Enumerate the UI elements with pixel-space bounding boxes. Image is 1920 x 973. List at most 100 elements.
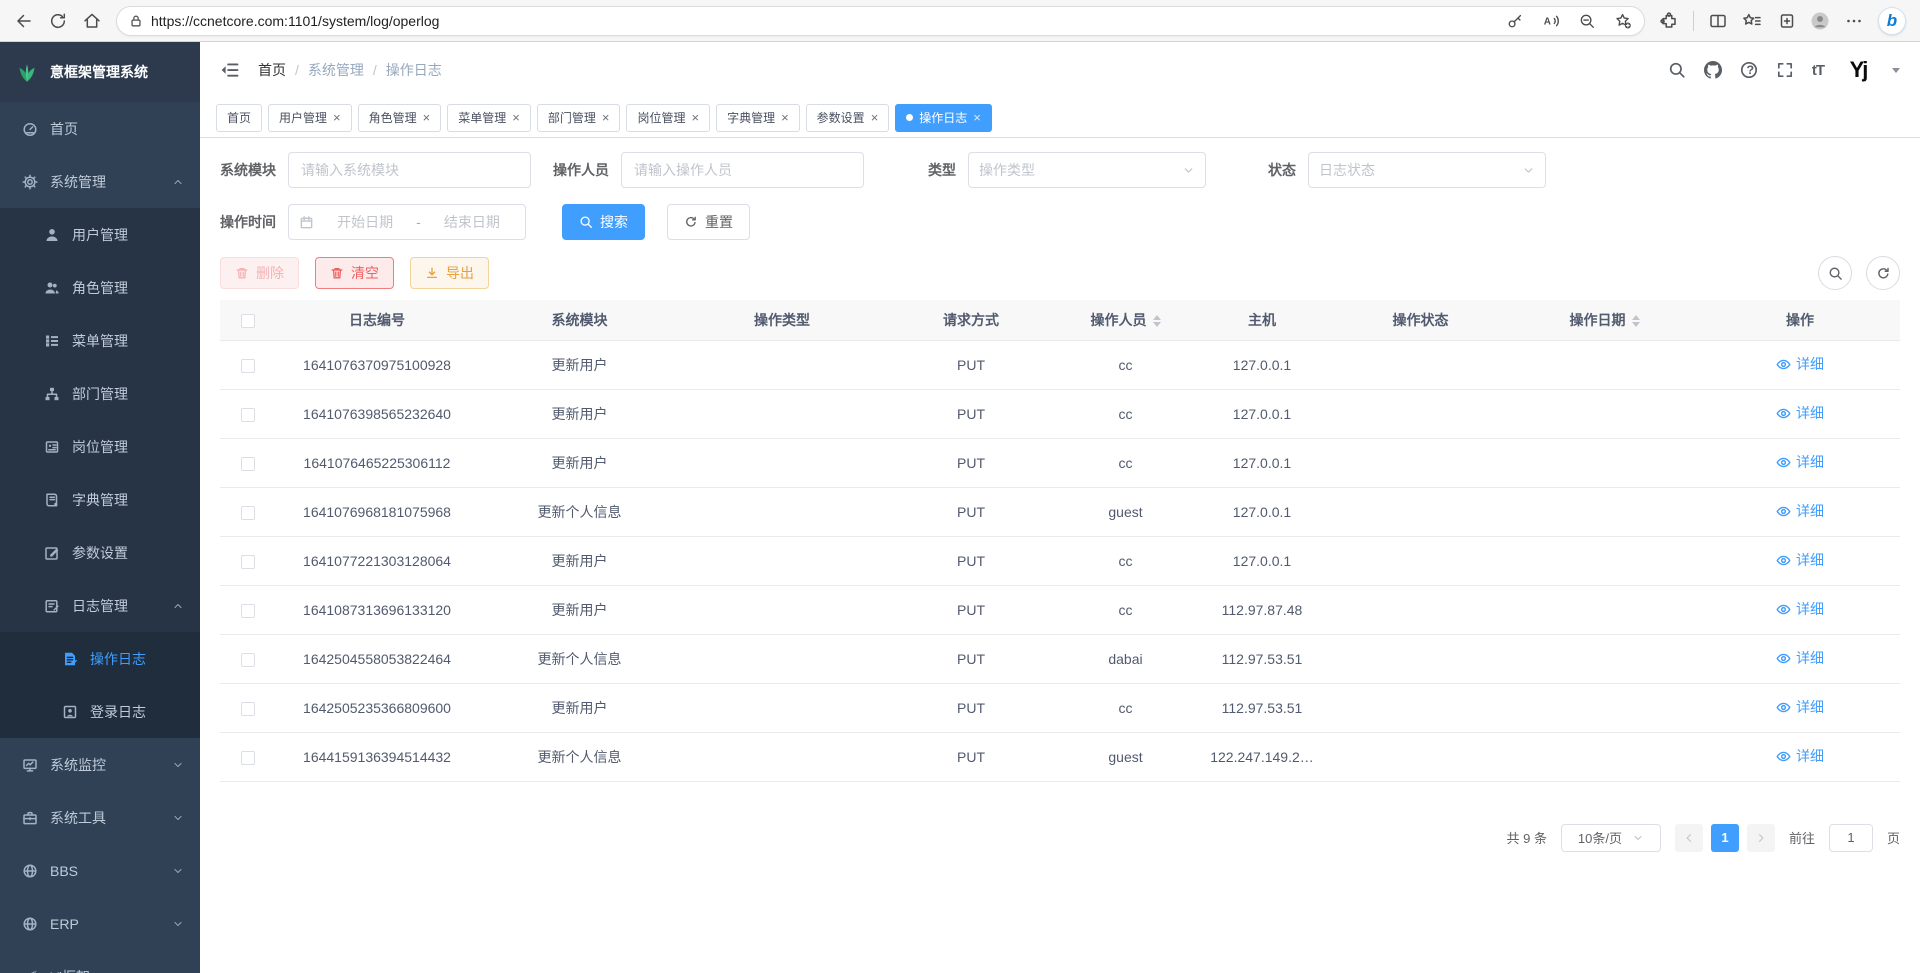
app-logo[interactable]: 意框架管理系统 — [0, 42, 200, 102]
date-range-input[interactable]: 开始日期 - 结束日期 — [288, 204, 526, 240]
column-header[interactable]: 操作人员 — [1059, 300, 1192, 340]
browser-home-icon[interactable] — [82, 11, 102, 31]
type-filter-select[interactable]: 操作类型 — [968, 152, 1206, 188]
row-checkbox[interactable] — [241, 408, 255, 422]
close-tab-icon[interactable]: × — [691, 111, 699, 124]
detail-link[interactable]: 详细 — [1776, 550, 1824, 570]
favorites-icon[interactable] — [1742, 11, 1762, 31]
page-number-button[interactable]: 1 — [1711, 824, 1739, 852]
status-filter-select[interactable]: 日志状态 — [1308, 152, 1546, 188]
search-button[interactable]: 搜索 — [562, 204, 645, 240]
tab[interactable]: 岗位管理× — [626, 104, 710, 132]
close-tab-icon[interactable]: × — [781, 111, 789, 124]
detail-link[interactable]: 详细 — [1776, 746, 1824, 766]
tab[interactable]: 菜单管理× — [447, 104, 531, 132]
user-avatar[interactable]: Yj — [1842, 54, 1874, 86]
goto-page-input[interactable] — [1829, 824, 1873, 852]
collections-icon[interactable] — [1776, 11, 1796, 31]
font-size-icon[interactable]: tT — [1812, 62, 1824, 79]
row-checkbox[interactable] — [241, 457, 255, 471]
row-checkbox[interactable] — [241, 359, 255, 373]
address-bar[interactable]: https://ccnetcore.com:1101/system/log/op… — [116, 6, 1645, 36]
tab[interactable]: 用户管理× — [268, 104, 352, 132]
operator-filter-input[interactable] — [621, 152, 864, 188]
tab[interactable]: 角色管理× — [358, 104, 442, 132]
bing-sidebar-icon[interactable]: b — [1878, 7, 1906, 35]
close-tab-icon[interactable]: × — [333, 111, 341, 124]
export-button[interactable]: 导出 — [410, 257, 489, 289]
sidebar-item[interactable]: 操作日志 — [0, 632, 200, 685]
sidebar-item[interactable]: 角色管理 — [0, 261, 200, 314]
sidebar-item[interactable]: Yi框架 — [0, 950, 200, 973]
user-menu-caret-icon[interactable] — [1892, 68, 1900, 73]
add-favorite-icon[interactable] — [1614, 12, 1632, 30]
tab[interactable]: 参数设置× — [806, 104, 890, 132]
sidebar-item[interactable]: 菜单管理 — [0, 314, 200, 367]
module-filter-input[interactable] — [288, 152, 531, 188]
tab[interactable]: 部门管理× — [537, 104, 621, 132]
browser-back-icon[interactable] — [14, 11, 34, 31]
fullscreen-icon[interactable] — [1776, 61, 1794, 79]
close-tab-icon[interactable]: × — [871, 111, 879, 124]
detail-link[interactable]: 详细 — [1776, 599, 1824, 619]
tab[interactable]: 操作日志× — [895, 104, 992, 132]
sidebar-item[interactable]: 参数设置 — [0, 526, 200, 579]
browser-profile-icon[interactable] — [1810, 11, 1830, 31]
prev-page-button[interactable] — [1675, 824, 1703, 852]
password-key-icon[interactable] — [1506, 12, 1524, 30]
read-aloud-icon[interactable]: A — [1542, 12, 1560, 30]
sort-carets-icon[interactable] — [1153, 315, 1161, 327]
tab[interactable]: 字典管理× — [716, 104, 800, 132]
split-screen-icon[interactable] — [1708, 11, 1728, 31]
next-page-button[interactable] — [1747, 824, 1775, 852]
sidebar-item[interactable]: 首页 — [0, 102, 200, 155]
browser-refresh-icon[interactable] — [48, 11, 68, 31]
reset-button[interactable]: 重置 — [667, 204, 750, 240]
sidebar-item[interactable]: 系统管理 — [0, 155, 200, 208]
page-size-select[interactable]: 10条/页 — [1561, 824, 1661, 852]
sidebar-item[interactable]: 岗位管理 — [0, 420, 200, 473]
detail-link[interactable]: 详细 — [1776, 354, 1824, 374]
zoom-out-icon[interactable] — [1578, 12, 1596, 30]
tab[interactable]: 首页 — [216, 104, 262, 132]
row-checkbox[interactable] — [241, 702, 255, 716]
detail-link[interactable]: 详细 — [1776, 501, 1824, 521]
sidebar-item[interactable]: BBS — [0, 844, 200, 897]
close-tab-icon[interactable]: × — [602, 111, 610, 124]
end-date-placeholder[interactable]: 结束日期 — [429, 212, 515, 232]
sort-carets-icon[interactable] — [1632, 315, 1640, 327]
detail-link[interactable]: 详细 — [1776, 648, 1824, 668]
header-search-icon[interactable] — [1668, 61, 1686, 79]
column-header[interactable]: 操作日期 — [1509, 300, 1700, 340]
close-tab-icon[interactable]: × — [512, 111, 520, 124]
collapse-sidebar-icon[interactable] — [220, 60, 240, 80]
close-tab-icon[interactable]: × — [973, 111, 981, 124]
github-icon[interactable] — [1704, 61, 1722, 79]
sidebar-item[interactable]: 字典管理 — [0, 473, 200, 526]
row-checkbox[interactable] — [241, 506, 255, 520]
delete-button[interactable]: 删除 — [220, 257, 299, 289]
row-checkbox[interactable] — [241, 604, 255, 618]
sidebar-item[interactable]: 部门管理 — [0, 367, 200, 420]
toggle-search-button[interactable] — [1818, 256, 1852, 290]
row-checkbox[interactable] — [241, 555, 255, 569]
extensions-icon[interactable] — [1659, 11, 1679, 31]
sidebar-item[interactable]: ERP — [0, 897, 200, 950]
start-date-placeholder[interactable]: 开始日期 — [322, 212, 408, 232]
help-icon[interactable]: ? — [1740, 61, 1758, 79]
row-checkbox[interactable] — [241, 751, 255, 765]
url-text[interactable]: https://ccnetcore.com:1101/system/log/op… — [151, 13, 1488, 29]
sidebar-item[interactable]: 用户管理 — [0, 208, 200, 261]
browser-menu-icon[interactable] — [1844, 11, 1864, 31]
sidebar-item[interactable]: 登录日志 — [0, 685, 200, 738]
sidebar-item[interactable]: 日志管理 — [0, 579, 200, 632]
detail-link[interactable]: 详细 — [1776, 403, 1824, 423]
sidebar-item[interactable]: 系统监控 — [0, 738, 200, 791]
detail-link[interactable]: 详细 — [1776, 452, 1824, 472]
refresh-table-button[interactable] — [1866, 256, 1900, 290]
select-all-checkbox[interactable] — [241, 314, 255, 328]
detail-link[interactable]: 详细 — [1776, 697, 1824, 717]
close-tab-icon[interactable]: × — [423, 111, 431, 124]
row-checkbox[interactable] — [241, 653, 255, 667]
clear-button[interactable]: 清空 — [315, 257, 394, 289]
